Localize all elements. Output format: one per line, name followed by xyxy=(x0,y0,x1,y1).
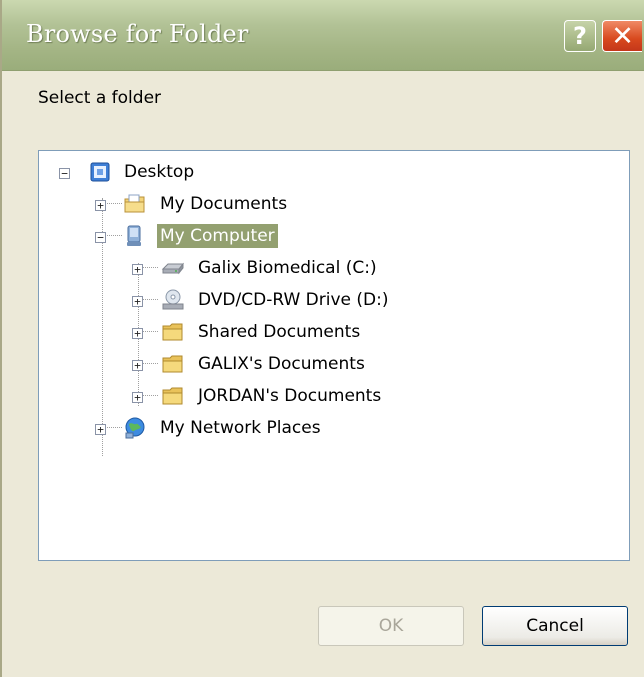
desktop-icon xyxy=(90,162,110,182)
my-documents-icon xyxy=(124,194,145,213)
folder-icon xyxy=(162,323,183,341)
tree-item-label: My Computer xyxy=(157,224,278,248)
tree-item-label: JORDAN's Documents xyxy=(198,386,382,406)
network-places-icon xyxy=(125,417,145,439)
tree-item-label: My Network Places xyxy=(160,418,321,438)
cancel-button[interactable]: Cancel xyxy=(482,606,628,646)
tree-item-my-documents[interactable]: + My Documents xyxy=(39,190,359,218)
collapse-icon[interactable]: − xyxy=(95,232,106,243)
expand-icon[interactable]: + xyxy=(132,264,143,275)
tree-item-drive-c[interactable]: + Galix Biomedical (C:) xyxy=(39,254,399,282)
title-bar[interactable]: Browse for Folder ? ✕ xyxy=(2,0,644,71)
tree-item-label: GALIX's Documents xyxy=(198,354,365,374)
folder-icon xyxy=(162,387,183,405)
tree-item-label: Shared Documents xyxy=(198,322,361,342)
hard-drive-icon xyxy=(161,262,185,275)
my-computer-icon xyxy=(127,225,141,246)
expand-icon[interactable]: + xyxy=(132,360,143,371)
help-button[interactable]: ? xyxy=(564,20,596,52)
tree-item-drive-d[interactable]: + DVD/CD-RW Drive (D:) xyxy=(39,286,419,314)
tree-item-label: DVD/CD-RW Drive (D:) xyxy=(198,290,389,310)
folder-icon xyxy=(162,355,183,373)
expand-icon[interactable]: + xyxy=(132,392,143,403)
expand-icon[interactable]: + xyxy=(95,200,106,211)
window-title: Browse for Folder xyxy=(26,20,249,48)
expand-icon[interactable]: + xyxy=(95,424,106,435)
dialog-prompt: Select a folder xyxy=(38,88,162,108)
tree-item-my-network-places[interactable]: + My Network Places xyxy=(39,414,379,442)
expand-icon[interactable]: + xyxy=(132,296,143,307)
browse-for-folder-dialog: Browse for Folder ? ✕ Select a folder − xyxy=(0,0,644,677)
tree-item-label: Galix Biomedical (C:) xyxy=(198,258,377,278)
tree-item-galix-documents[interactable]: + GALIX's Documents xyxy=(39,350,399,378)
tree-item-label: Desktop xyxy=(124,162,195,182)
ok-button[interactable]: OK xyxy=(318,606,464,646)
help-icon: ? xyxy=(573,22,587,50)
tree-item-jordan-documents[interactable]: + JORDAN's Documents xyxy=(39,382,419,410)
tree-item-my-computer[interactable]: − My Computer xyxy=(39,222,359,250)
folder-tree[interactable]: − Desktop + My Documents − My Computer +… xyxy=(38,150,630,561)
tree-item-shared-documents[interactable]: + Shared Documents xyxy=(39,318,399,346)
dvd-drive-icon xyxy=(162,289,184,310)
close-button[interactable]: ✕ xyxy=(602,20,642,52)
tree-item-desktop[interactable]: − Desktop xyxy=(39,158,339,186)
collapse-icon[interactable]: − xyxy=(59,168,70,179)
close-icon: ✕ xyxy=(611,20,634,52)
tree-item-label: My Documents xyxy=(160,194,288,214)
expand-icon[interactable]: + xyxy=(132,328,143,339)
